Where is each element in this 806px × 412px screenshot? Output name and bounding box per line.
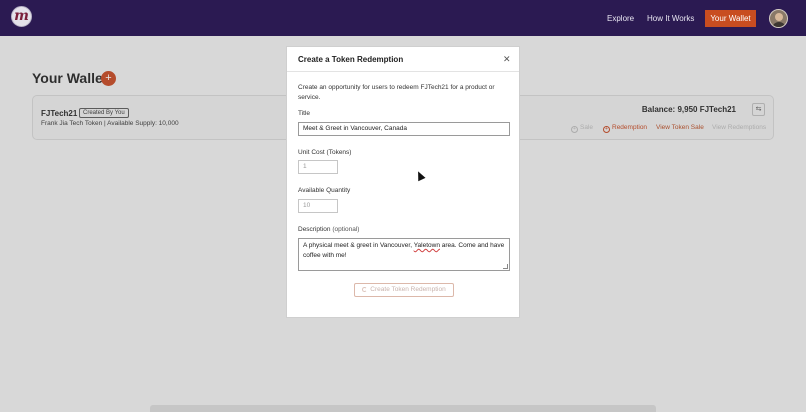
spinner-icon xyxy=(362,287,368,292)
dialog-divider xyxy=(287,71,519,72)
logo-letter: m xyxy=(14,8,29,24)
unit-cost-input[interactable]: 1 xyxy=(298,160,338,174)
description-label-text: Description xyxy=(298,226,331,233)
page-footer-edge xyxy=(150,405,656,412)
logo[interactable]: m xyxy=(11,6,32,27)
create-redemption-button[interactable]: Create Token Redemption xyxy=(354,283,454,297)
description-textarea[interactable]: A physical meet & greet in Vancouver, Ya… xyxy=(298,238,510,271)
title-input[interactable]: Meet & Greet in Vancouver, Canada xyxy=(298,122,510,136)
your-wallet-button[interactable]: Your Wallet xyxy=(705,10,756,27)
avatar[interactable] xyxy=(769,9,788,28)
unit-cost-label: Unit Cost (Tokens) xyxy=(298,149,352,156)
top-navbar: m Explore How It Works Your Wallet xyxy=(0,0,806,36)
close-icon[interactable]: ✕ xyxy=(503,54,511,65)
avatar-body xyxy=(772,22,786,27)
dialog-title: Create a Token Redemption xyxy=(298,55,404,64)
resize-handle-icon[interactable] xyxy=(503,264,508,269)
nav-how-it-works-link[interactable]: How It Works xyxy=(647,14,694,23)
title-label: Title xyxy=(298,110,311,117)
optional-hint: (optional) xyxy=(332,226,360,233)
avatar-head xyxy=(775,13,783,21)
quantity-label: Available Quantity xyxy=(298,187,351,194)
dialog-intro: Create an opportunity for users to redee… xyxy=(298,84,495,101)
nav-explore-link[interactable]: Explore xyxy=(607,14,634,23)
description-text-a: A physical meet & greet in Vancouver, xyxy=(303,242,414,249)
create-redemption-dialog: Create a Token Redemption ✕ Create an op… xyxy=(286,46,520,318)
quantity-input[interactable]: 10 xyxy=(298,199,338,213)
description-text-b: Yaletown xyxy=(413,242,440,249)
description-label: Description (optional) xyxy=(298,226,359,233)
create-redemption-label: Create Token Redemption xyxy=(370,286,446,293)
